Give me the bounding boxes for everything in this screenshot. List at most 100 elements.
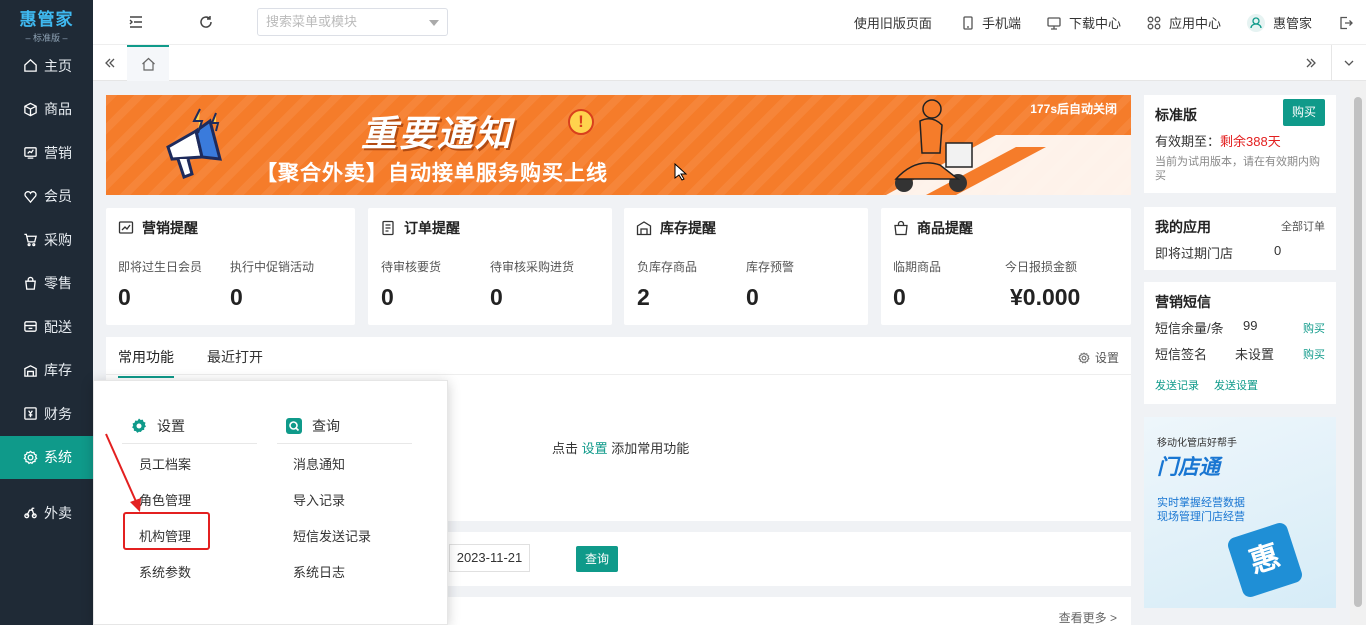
- stat-value[interactable]: 0: [381, 284, 394, 311]
- page-scrollbar[interactable]: [1350, 81, 1366, 625]
- nav-item-system[interactable]: 系统: [0, 435, 93, 479]
- nav-label: 商品: [44, 101, 72, 118]
- warehouse-icon: [22, 362, 38, 378]
- app-row-value: 0: [1274, 243, 1282, 258]
- expiry-label: 有效期至：: [1155, 134, 1221, 149]
- nav-item-purchase[interactable]: 采购: [0, 218, 93, 262]
- promo-card[interactable]: 移动化管店好帮手 门店通 实时掌握经营数据 现场管理门店经营 惠: [1144, 417, 1336, 608]
- sms-card: 营销短信 短信余量/条 99 购买 短信签名 未设置 购买 发送记录 发送设置: [1144, 282, 1336, 404]
- nav-label: 财务: [44, 405, 72, 422]
- download-center-link[interactable]: 下载中心: [1047, 13, 1121, 32]
- nav-item-member[interactable]: 会员: [0, 175, 93, 219]
- apps-label: 应用中心: [1168, 16, 1221, 31]
- panel-setting-link[interactable]: 设置: [1078, 349, 1119, 366]
- sms-sign-label: 短信签名: [1155, 347, 1208, 362]
- nav-item-inventory[interactable]: 库存: [0, 349, 93, 393]
- dd-item-system-params[interactable]: 系统参数: [139, 562, 191, 581]
- tabbar: [93, 45, 1366, 81]
- tab-home[interactable]: [127, 45, 169, 81]
- query-button[interactable]: 查询: [576, 546, 618, 572]
- buy-button[interactable]: 购买: [1283, 99, 1325, 126]
- megaphone-icon: [166, 108, 223, 179]
- stat-value[interactable]: 0: [893, 284, 906, 311]
- bag-icon: [894, 220, 908, 236]
- empty-hint: 点击 设置 添加常用功能: [552, 438, 689, 457]
- monitor-icon: [1047, 16, 1061, 30]
- nav-item-home[interactable]: 主页: [0, 44, 93, 88]
- tabs-next-icon[interactable]: [1303, 55, 1319, 71]
- stat-label: 库存预警: [746, 260, 795, 274]
- all-orders-link[interactable]: 全部订单: [1281, 218, 1325, 234]
- edition-title: 标准版: [1155, 107, 1197, 123]
- cursor-icon: [674, 163, 688, 181]
- nav-label: 系统: [44, 449, 72, 466]
- refresh-icon[interactable]: [198, 14, 214, 30]
- my-apps-card: 我的应用 全部订单 即将过期门店 0: [1144, 207, 1336, 270]
- nav-item-retail[interactable]: 零售: [0, 262, 93, 306]
- nav-item-marketing[interactable]: 营销: [0, 131, 93, 175]
- tabs-prev-icon[interactable]: [102, 55, 118, 71]
- gear-icon: [1078, 351, 1090, 364]
- marketing-icon: [22, 145, 38, 161]
- card-title-text: 订单提醒: [404, 220, 460, 236]
- user-menu[interactable]: 惠管家: [1246, 13, 1312, 32]
- app-center-link[interactable]: 应用中心: [1147, 13, 1221, 32]
- annotation-highlight-box: [123, 512, 210, 550]
- dd-item-system-log[interactable]: 系统日志: [293, 562, 345, 581]
- sms-sign-buy-link[interactable]: 购买: [1303, 346, 1325, 362]
- topbar: 搜索菜单或模块 使用旧版页面 手机端 下载中心 应用中心 惠管家: [93, 0, 1366, 45]
- card-title: 订单提醒: [380, 218, 460, 238]
- stat-label: 执行中促销活动: [230, 260, 315, 274]
- nav-label: 营销: [44, 144, 72, 161]
- stat-value[interactable]: 2: [637, 284, 650, 311]
- user-name: 惠管家: [1272, 16, 1312, 31]
- send-records-link[interactable]: 发送记录: [1155, 377, 1199, 393]
- send-settings-link[interactable]: 发送设置: [1214, 377, 1258, 393]
- sms-sign-value: 未设置: [1235, 347, 1275, 362]
- old-version-link[interactable]: 使用旧版页面: [854, 13, 932, 32]
- stat-label: 即将过生日会员: [118, 260, 203, 274]
- search-input[interactable]: 搜索菜单或模块: [257, 8, 448, 36]
- notice-banner[interactable]: 重要通知 ! 【聚合外卖】自动接单服务购买上线 177s后自动关闭: [106, 95, 1131, 195]
- trial-note: 当前为试用版本，请在有效期内购买: [1155, 156, 1320, 182]
- search-placeholder: 搜索菜单或模块: [266, 14, 358, 29]
- dd-item-import-records[interactable]: 导入记录: [293, 490, 345, 509]
- tab-recent[interactable]: 最近打开: [207, 347, 263, 367]
- dd-item-message-notify[interactable]: 消息通知: [293, 454, 345, 473]
- stat-value[interactable]: ¥0.000: [1010, 284, 1080, 311]
- expiry-value: 剩余388天: [1220, 134, 1281, 149]
- scrollbar-thumb[interactable]: [1354, 97, 1362, 607]
- cart-icon: [22, 232, 38, 248]
- nav-label: 主页: [44, 57, 72, 74]
- stat-value[interactable]: 0: [490, 284, 503, 311]
- dd-title: 查询: [312, 418, 340, 434]
- nav-item-goods[interactable]: 商品: [0, 88, 93, 132]
- logout-icon[interactable]: [1338, 15, 1354, 31]
- tabs-menu-chevron-down-icon[interactable]: [1341, 55, 1357, 71]
- view-more-link[interactable]: 查看更多 >: [1059, 609, 1117, 625]
- stat-label: 负库存商品: [637, 260, 698, 274]
- date-input[interactable]: 2023-11-21: [449, 544, 530, 572]
- stat-value[interactable]: 0: [746, 284, 759, 311]
- edition-card: 标准版 购买 有效期至：剩余388天 当前为试用版本，请在有效期内购买: [1144, 95, 1336, 193]
- stat-value[interactable]: 0: [118, 284, 131, 311]
- nav-label: 配送: [44, 318, 72, 335]
- mobile-link[interactable]: 手机端: [962, 13, 1021, 32]
- logo[interactable]: 惠管家 – 标准版 –: [0, 0, 93, 44]
- nav-gap: [0, 479, 93, 491]
- setting-label: 设置: [1094, 351, 1119, 365]
- mobile-label: 手机端: [981, 16, 1021, 31]
- nav-item-takeout[interactable]: 外卖: [0, 491, 93, 535]
- dd-item-sms-records[interactable]: 短信发送记录: [293, 526, 371, 545]
- banner-subtitle: 【聚合外卖】自动接单服务购买上线: [256, 162, 608, 185]
- nav-item-delivery[interactable]: 配送: [0, 305, 93, 349]
- sms-buy-link[interactable]: 购买: [1303, 320, 1325, 336]
- stat-value[interactable]: 0: [230, 284, 243, 311]
- nav-item-finance[interactable]: 财务: [0, 392, 93, 436]
- hint-setting-link[interactable]: 设置: [582, 441, 608, 456]
- stat-label: 待审核要货: [381, 260, 442, 274]
- promo-title: 门店通: [1157, 456, 1220, 479]
- card-title-text: 营销提醒: [142, 220, 198, 236]
- card-title: 库存提醒: [636, 218, 716, 238]
- collapse-menu-icon[interactable]: [128, 14, 144, 30]
